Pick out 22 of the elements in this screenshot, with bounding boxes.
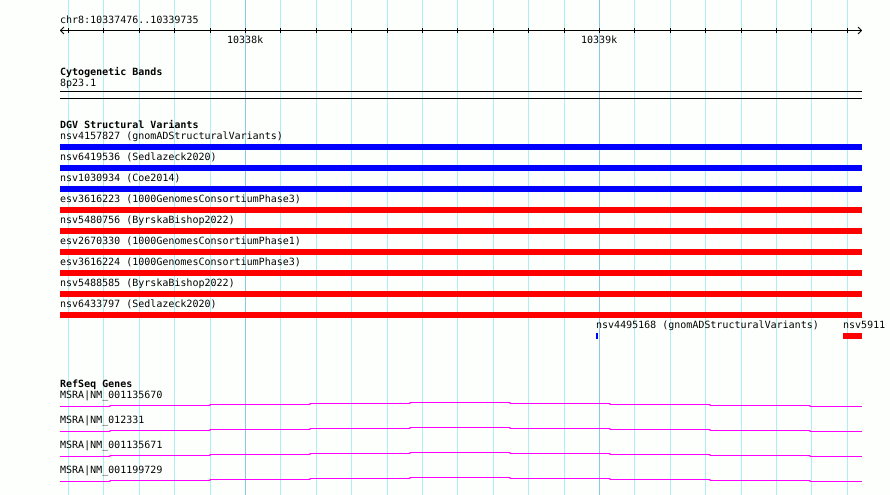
variant-label: nsv5480756 (ByrskaBishop2022) [60, 215, 235, 226]
variant-label: nsv6433797 (Sedlazeck2020) [60, 299, 217, 310]
variant-label: nsv4157827 (gnomADStructuralVariants) [60, 131, 283, 142]
gene-label: MSRA|NM_012331 [60, 415, 144, 426]
tick-label: 10338k [227, 35, 264, 46]
gene-label: MSRA|NM_001135670 [60, 390, 162, 401]
tick-label: 10339k [581, 35, 618, 46]
variant-label: esv3616223 (1000GenomesConsortiumPhase3) [60, 194, 301, 205]
variant-label: nsv6419536 (Sedlazeck2020) [60, 152, 217, 163]
variant-label: nsv5911 [843, 320, 886, 331]
track-title: RefSeq Genes [60, 379, 132, 390]
track-title: Cytogenetic Bands [60, 67, 162, 78]
gene-label: MSRA|NM_001135671 [60, 440, 162, 451]
track-title: DGV Structural Variants [60, 120, 198, 131]
variant-label: nsv5488585 (ByrskaBishop2022) [60, 278, 235, 289]
variant-label: nsv4495168 (gnomADStructuralVariants) [596, 320, 819, 331]
region-label: chr8:10337476..10339735 [60, 15, 198, 26]
band-label: 8p23.1 [60, 78, 96, 89]
variant-label: nsv1030934 (Coe2014) [60, 173, 180, 184]
gene-label: MSRA|NM_001199729 [60, 465, 162, 476]
variant-label: esv3616224 (1000GenomesConsortiumPhase3) [60, 257, 301, 268]
variant-label: esv2670330 (1000GenomesConsortiumPhase1) [60, 236, 301, 247]
